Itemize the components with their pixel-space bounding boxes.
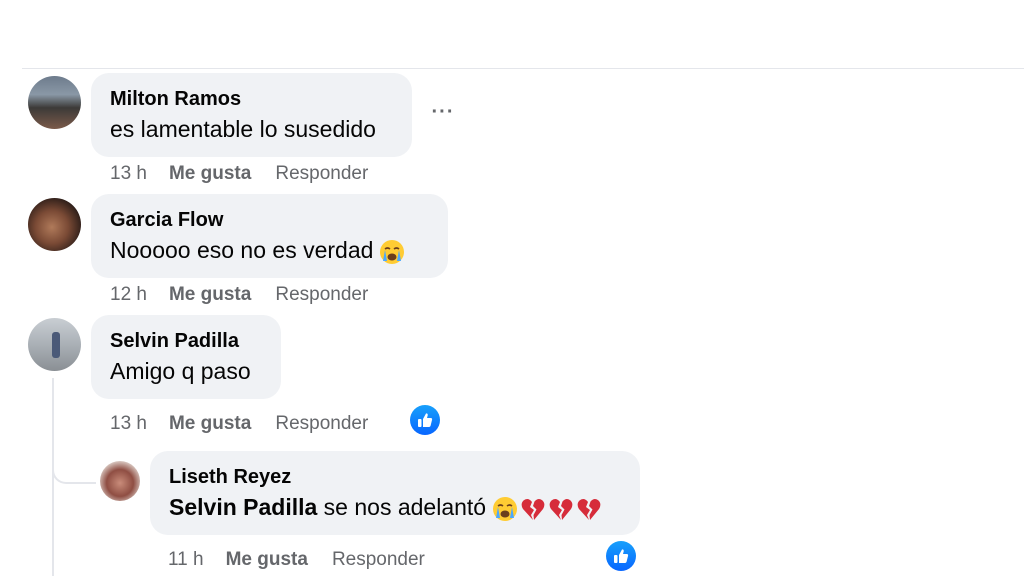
avatar-selvin-padilla[interactable] <box>28 318 81 371</box>
like-reaction-icon[interactable] <box>410 405 440 435</box>
comment-author[interactable]: Milton Ramos <box>110 88 241 111</box>
like-reaction-icon[interactable] <box>606 541 636 571</box>
avatar-liseth-reyez[interactable] <box>100 461 140 501</box>
reply-button[interactable]: Responder <box>275 413 368 434</box>
comment-actions: 13 h Me gusta Responder <box>110 413 368 435</box>
like-button[interactable]: Me gusta <box>169 284 251 305</box>
broken-heart-icon <box>521 498 545 520</box>
comment-text-row: Nooooo eso no es verdad <box>110 237 405 265</box>
top-divider <box>22 68 1024 69</box>
comment-timestamp[interactable]: 12 h <box>110 284 147 305</box>
more-options-icon[interactable]: ··· <box>428 100 458 130</box>
broken-heart-icon <box>549 498 573 520</box>
reply-button[interactable]: Responder <box>332 549 425 570</box>
loudly-crying-face-icon <box>493 496 518 521</box>
comment-author[interactable]: Liseth Reyez <box>169 466 291 489</box>
reply-button[interactable]: Responder <box>275 163 368 184</box>
comment-text-row: Selvin Padilla se nos adelantó <box>169 494 602 522</box>
comment-author[interactable]: Selvin Padilla <box>110 330 239 353</box>
comment-timestamp[interactable]: 13 h <box>110 163 147 184</box>
comment-actions: 11 h Me gusta Responder <box>168 549 425 571</box>
comment-bubble: Milton Ramos es lamentable lo susedido <box>91 73 412 157</box>
like-button[interactable]: Me gusta <box>169 163 251 184</box>
avatar-garcia-flow[interactable] <box>28 198 81 251</box>
avatar-milton-ramos[interactable] <box>28 76 81 129</box>
reply-button[interactable]: Responder <box>275 284 368 305</box>
comment-bubble: Selvin Padilla Amigo q paso <box>91 315 281 399</box>
comment-text: Amigo q paso <box>110 358 251 384</box>
comment-bubble: Garcia Flow Nooooo eso no es verdad <box>91 194 448 278</box>
comment-actions: 13 h Me gusta Responder <box>110 163 368 185</box>
loudly-crying-face-icon <box>380 239 405 264</box>
comment-actions: 12 h Me gusta Responder <box>110 284 368 306</box>
comment-timestamp[interactable]: 13 h <box>110 413 147 434</box>
reply-bubble: Liseth Reyez Selvin Padilla se nos adela… <box>150 451 640 535</box>
comment-text: es lamentable lo susedido <box>110 116 376 142</box>
like-button[interactable]: Me gusta <box>226 549 308 570</box>
like-button[interactable]: Me gusta <box>169 413 251 434</box>
comment-timestamp[interactable]: 11 h <box>168 549 204 570</box>
comment-text: Nooooo eso no es verdad <box>110 237 374 263</box>
broken-heart-icon <box>577 498 601 520</box>
comment-text: se nos adelantó <box>317 494 487 520</box>
thread-connector <box>52 438 96 484</box>
mention-link[interactable]: Selvin Padilla <box>169 494 317 520</box>
comment-author[interactable]: Garcia Flow <box>110 209 223 232</box>
